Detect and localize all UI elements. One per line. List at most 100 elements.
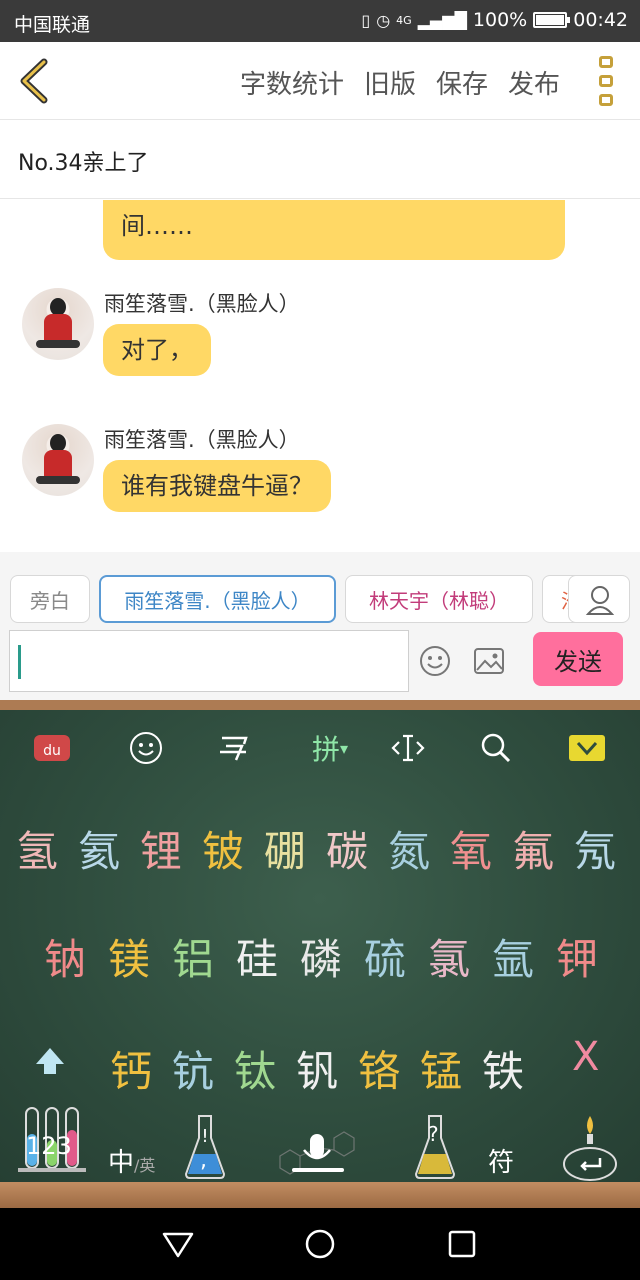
candidate-key[interactable]: 铝 xyxy=(172,926,215,987)
old-version-button[interactable]: 旧版 xyxy=(364,64,416,101)
language-toggle-key[interactable]: 中/英 xyxy=(108,1142,155,1179)
candidate-key[interactable]: 氟 xyxy=(512,818,555,879)
candidate-key[interactable]: 氯 xyxy=(428,926,471,987)
candidate-key[interactable]: 钒 xyxy=(296,1038,339,1099)
image-icon[interactable] xyxy=(472,644,506,678)
composer: 发送 xyxy=(0,628,640,700)
candidate-key[interactable]: 氖 xyxy=(574,818,617,879)
candidate-key[interactable]: 铍 xyxy=(202,818,245,879)
back-button[interactable] xyxy=(14,56,54,106)
chalkboard: du 拼 ▾ 氢氦锂铍硼碳氮氧氟氖 钠镁铝硅磷硫氯氩钾 钙钪钛钒铬锰铁 X 12… xyxy=(0,710,640,1182)
candidate-key[interactable]: 氧 xyxy=(450,818,493,879)
alarm-icon: ◷ xyxy=(376,10,391,30)
candidate-key[interactable]: 钾 xyxy=(556,926,599,987)
delete-key[interactable]: X xyxy=(572,1034,599,1080)
collapse-keyboard-icon[interactable] xyxy=(562,724,612,772)
handwriting-key-icon[interactable] xyxy=(212,724,256,772)
more-dot-icon xyxy=(599,94,613,106)
text-caret xyxy=(18,645,21,679)
comma-key[interactable]: ! , xyxy=(182,1112,228,1182)
top-nav: 字数统计 旧版 保存 发布 xyxy=(0,42,640,120)
enter-key[interactable] xyxy=(560,1112,620,1182)
message-input[interactable] xyxy=(9,630,409,692)
emoji-icon[interactable] xyxy=(418,644,452,678)
chat-bubble[interactable]: 谁有我键盘牛逼？ xyxy=(103,460,331,512)
system-nav-bar xyxy=(0,1208,640,1280)
nav-actions: 字数统计 旧版 保存 发布 xyxy=(240,64,560,101)
candidate-key[interactable]: 铬 xyxy=(358,1038,401,1099)
candidate-key[interactable]: 氢 xyxy=(16,818,59,879)
candidate-key[interactable]: 磷 xyxy=(300,926,343,987)
chalk-ledge xyxy=(0,1182,640,1208)
chat-bubble[interactable]: 间…… xyxy=(103,200,565,260)
status-bar: 中国联通 ▯ ◷ 4G ▂▄▆█ 100% 00:42 xyxy=(0,0,640,42)
emoji-key-icon[interactable] xyxy=(124,724,168,772)
cut-off-text xyxy=(103,200,565,208)
candidate-key[interactable]: 硼 xyxy=(264,818,307,879)
battery-icon xyxy=(533,12,571,28)
message-text: 间…… xyxy=(121,212,193,240)
candidate-key[interactable]: 钛 xyxy=(234,1038,277,1099)
publish-button[interactable]: 发布 xyxy=(508,64,560,101)
cursor-key-icon[interactable] xyxy=(386,724,430,772)
alcohol-lamp-enter-icon xyxy=(563,1116,617,1181)
more-menu-button[interactable] xyxy=(596,56,616,106)
sender-name: 雨笙落雪.（黑脸人） xyxy=(104,428,300,452)
keyboard-logo-icon[interactable]: du xyxy=(28,724,76,772)
candidate-key[interactable]: 钠 xyxy=(44,926,87,987)
back-triangle-icon[interactable] xyxy=(160,1226,196,1262)
candidate-key[interactable]: 氩 xyxy=(492,926,535,987)
candidate-key[interactable]: 硫 xyxy=(364,926,407,987)
avatar[interactable] xyxy=(22,288,94,360)
clock: 00:42 xyxy=(573,9,628,31)
message-text: 谁有我键盘牛逼？ xyxy=(121,472,313,500)
role-selector-bar: 旁白 雨笙落雪.（黑脸人） 林天宇（林聪） 汐 xyxy=(0,552,640,628)
candidate-key[interactable]: 镁 xyxy=(108,926,151,987)
role-chip-selected[interactable]: 雨笙落雪.（黑脸人） xyxy=(99,575,336,623)
search-key-icon[interactable] xyxy=(474,724,518,772)
voice-key[interactable] xyxy=(262,1120,372,1180)
chapter-title-row[interactable]: No.34亲上了 xyxy=(0,121,640,199)
shift-key[interactable] xyxy=(30,1042,70,1082)
chat-area[interactable]: 间…… 雨笙落雪.（黑脸人） 对了， 雨笙落雪.（黑脸人） 谁有我键盘牛逼？ xyxy=(0,200,640,552)
svg-text:du: du xyxy=(43,743,61,759)
candidate-key[interactable]: 锂 xyxy=(140,818,183,879)
recents-square-icon[interactable] xyxy=(444,1226,480,1262)
candidate-key[interactable]: 铁 xyxy=(482,1038,525,1099)
keyboard: du 拼 ▾ 氢氦锂铍硼碳氮氧氟氖 钠镁铝硅磷硫氯氩钾 钙钪钛钒铬锰铁 X 12… xyxy=(0,700,640,1208)
chapter-title: No.34亲上了 xyxy=(18,151,149,176)
role-chip[interactable]: 林天宇（林聪） xyxy=(345,575,533,623)
vibrate-icon: ▯ xyxy=(361,10,371,30)
candidate-key[interactable]: 钙 xyxy=(110,1038,153,1099)
symbols-key[interactable]: 符 xyxy=(488,1142,514,1179)
message-text: 对了， xyxy=(121,336,193,364)
pinyin-mode-button[interactable]: 拼 ▾ xyxy=(300,724,360,772)
candidate-key[interactable]: 碳 xyxy=(326,818,369,879)
battery-percent: 100% xyxy=(472,9,528,31)
person-icon xyxy=(585,586,615,615)
avatar[interactable] xyxy=(22,424,94,496)
candidate-key[interactable]: 氦 xyxy=(78,818,121,879)
shift-arrow-icon xyxy=(36,1048,64,1074)
network-type: 4G xyxy=(396,13,412,27)
candidate-key[interactable]: 锰 xyxy=(420,1038,463,1099)
save-button[interactable]: 保存 xyxy=(436,64,488,101)
role-chip-narrator[interactable]: 旁白 xyxy=(10,575,90,623)
send-button[interactable]: 发送 xyxy=(533,632,623,686)
more-dot-icon xyxy=(599,56,613,68)
chat-bubble[interactable]: 对了， xyxy=(103,324,211,376)
signal-icon: ▂▄▆█ xyxy=(417,10,467,30)
carrier-name: 中国联通 xyxy=(14,14,91,36)
word-count-button[interactable]: 字数统计 xyxy=(240,64,344,101)
microphone-icon xyxy=(279,1131,355,1175)
sender-name: 雨笙落雪.（黑脸人） xyxy=(104,292,300,316)
role-manage-button[interactable] xyxy=(568,575,630,623)
more-dot-icon xyxy=(599,75,613,87)
home-circle-icon[interactable] xyxy=(302,1226,338,1262)
numbers-key[interactable]: 123 xyxy=(16,1107,88,1172)
candidate-key[interactable]: 硅 xyxy=(236,926,279,987)
candidate-key[interactable]: 钪 xyxy=(172,1038,215,1099)
question-key[interactable]: ? xyxy=(412,1112,458,1182)
chevron-left-icon xyxy=(20,58,48,104)
candidate-key[interactable]: 氮 xyxy=(388,818,431,879)
